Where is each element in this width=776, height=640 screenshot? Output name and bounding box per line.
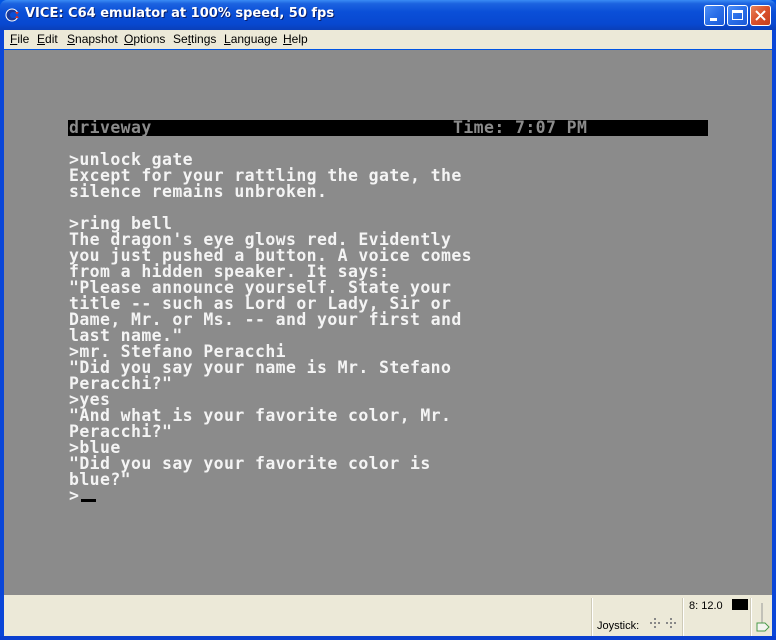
maximize-button[interactable]: [727, 5, 748, 26]
menu-settings[interactable]: Settings: [173, 32, 216, 46]
menu-language[interactable]: Language: [224, 32, 277, 46]
status-divider: [750, 598, 752, 636]
game-output-line: Peracchi?": [69, 374, 173, 393]
text-cursor: [81, 499, 97, 502]
input-prompt[interactable]: >: [69, 486, 472, 505]
drive-track-status: 8: 12.0: [689, 600, 723, 612]
menu-help[interactable]: Help: [283, 32, 308, 46]
c64-screen[interactable]: driveway Time: 7:07 PM >unlock gate Excep…: [4, 50, 772, 595]
joystick-port1-icon: [650, 618, 660, 628]
joystick-label: Joystick:: [597, 620, 640, 632]
close-button[interactable]: [750, 5, 771, 26]
game-output-line: silence remains unbroken.: [69, 182, 328, 201]
menu-file[interactable]: File: [10, 32, 29, 46]
menu-options[interactable]: Options: [124, 32, 165, 46]
game-transcript: >unlock gate Except for your rattling the…: [69, 151, 472, 505]
status-divider: [591, 598, 593, 636]
minimize-icon: [710, 18, 717, 21]
c64-logo-icon: [5, 8, 20, 22]
location-name: driveway: [69, 118, 152, 137]
minimize-button[interactable]: [704, 5, 725, 26]
maximize-icon: [732, 10, 743, 20]
game-time: Time: 7:07 PM: [453, 118, 588, 137]
status-divider: [682, 598, 684, 636]
window-right-border: [772, 30, 776, 640]
title-bar[interactable]: VICE: C64 emulator at 100% speed, 50 fps: [0, 0, 776, 30]
prompt-symbol: >: [69, 486, 80, 505]
joystick-port2-icon: [666, 618, 676, 628]
drive-led: [732, 599, 748, 610]
window-title: VICE: C64 emulator at 100% speed, 50 fps: [25, 6, 335, 21]
menu-edit[interactable]: Edit: [37, 32, 58, 46]
game-status-line: driveway Time: 7:07 PM: [68, 118, 708, 137]
vice-window: VICE: C64 emulator at 100% speed, 50 fps…: [0, 0, 776, 640]
status-bar: Joystick: 8: 12.0: [4, 595, 772, 636]
menu-snapshot[interactable]: Snapshot: [67, 32, 118, 46]
close-icon: [755, 10, 766, 21]
volume-slider[interactable]: [756, 603, 770, 633]
game-output-line: Peracchi?": [69, 422, 173, 441]
game-output-line: blue?": [69, 470, 132, 489]
window-bottom-border: [0, 636, 776, 640]
menu-bar: File Edit Snapshot Options Settings Lang…: [4, 30, 772, 49]
